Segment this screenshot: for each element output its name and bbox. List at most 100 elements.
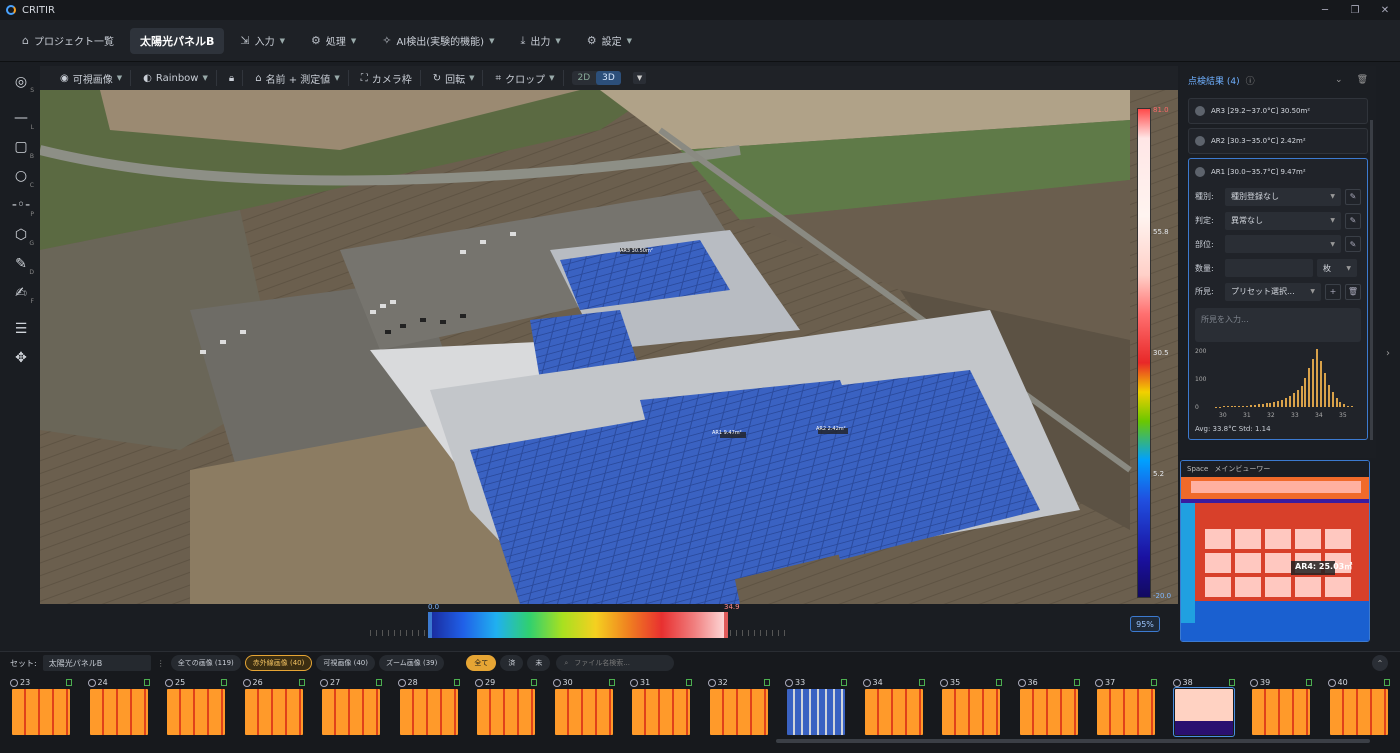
menu-item-2[interactable]: ⇲ 入力 ▼ (230, 28, 295, 53)
filter-0[interactable]: 全ての画像 (119) (170, 655, 241, 671)
select-radio[interactable] (862, 679, 871, 687)
line-tool[interactable]: — L (7, 107, 35, 131)
maximize-button[interactable]: ❐ (1340, 0, 1370, 20)
palette-select[interactable]: ◐ Rainbow ▼ (135, 70, 217, 86)
select-radio[interactable] (1250, 679, 1258, 687)
main-viewer-preview[interactable]: Space メインビューワー AR4: 25.03㎡ (1180, 460, 1370, 642)
thumbnail[interactable]: 32 (707, 678, 784, 740)
status-filter-1[interactable]: 済 (500, 655, 524, 671)
set-select[interactable]: 太陽光パネルB (42, 655, 151, 671)
select-radio[interactable] (87, 679, 96, 687)
thumbnail[interactable]: 25 (165, 678, 241, 740)
help-icon[interactable]: ⓘ (1246, 74, 1255, 87)
select-radio[interactable] (1172, 679, 1181, 687)
results-scrollbar[interactable] (1370, 120, 1373, 440)
thumbnail[interactable]: 38 (1172, 678, 1249, 740)
select-tool[interactable]: ◎ S (7, 70, 35, 95)
select-radio[interactable] (1095, 679, 1103, 687)
thumbnail[interactable]: 28 (397, 678, 474, 740)
select-radio[interactable] (630, 679, 638, 687)
thumbnail[interactable]: 33 (785, 678, 861, 740)
part-select[interactable]: ▼ (1225, 235, 1341, 254)
collapse-icon[interactable]: ⌄ (1335, 75, 1343, 85)
trash-icon[interactable]: 🗑︎ (1357, 75, 1368, 85)
thumbnail[interactable]: 30 (552, 678, 629, 740)
thumbnail[interactable]: 23 (10, 678, 86, 740)
menu-item-5[interactable]: ⤓ 出力 ▼ (510, 28, 570, 53)
thumbnail[interactable]: 27 (320, 678, 396, 740)
area-item-selected[interactable]: AR1 [30.0~35.7°C] 9.47m² 種別: 種別登録なし ▼ ✎ 判定:… (1188, 158, 1368, 440)
filter-2[interactable]: 可視画像 (40) (316, 655, 375, 671)
zoom-level[interactable]: 95% (1130, 616, 1160, 632)
edit-icon[interactable]: ✎ (1345, 188, 1361, 205)
crop-button[interactable]: ⌗ クロップ ▼ (487, 70, 564, 86)
mode-2d-button[interactable]: 2D (572, 71, 597, 85)
free-tool[interactable]: ✍ F (7, 281, 35, 306)
minimize-button[interactable]: ─ (1310, 0, 1340, 20)
edit-icon[interactable]: ✎ (1345, 236, 1361, 253)
file-search-input[interactable]: ⌕ ファイル名検索... (556, 655, 675, 671)
camera-frame-toggle[interactable]: ⛶ カメラ枠 (353, 70, 421, 86)
box-tool[interactable]: ▢ B (7, 136, 35, 160)
thumbnail[interactable]: 36 (1017, 678, 1094, 740)
menu-item-6[interactable]: ⚙ 設定 ▼ (577, 28, 642, 53)
mode-3d-button[interactable]: 3D (596, 71, 621, 85)
more-icon[interactable]: ⋮ (157, 659, 165, 668)
thumbnail[interactable]: 39 (1250, 678, 1326, 740)
menu-item-4[interactable]: ✧ AI検出(実験的機能) ▼ (372, 28, 504, 53)
finding-preset-select[interactable]: プリセット選択... ▼ (1225, 282, 1321, 301)
range-max-handle[interactable] (724, 612, 728, 638)
quantity-input[interactable] (1225, 259, 1313, 278)
select-radio[interactable] (397, 679, 406, 687)
range-slider[interactable] (430, 612, 728, 638)
filmstrip-scrollbar[interactable] (776, 739, 1370, 743)
select-radio[interactable] (1327, 679, 1336, 687)
select-radio[interactable] (785, 679, 793, 687)
select-radio[interactable] (320, 679, 328, 687)
judgement-select[interactable]: 異常なし ▼ (1225, 211, 1341, 230)
select-radio[interactable] (1017, 679, 1026, 687)
thumbnail[interactable]: 31 (630, 678, 706, 740)
menu-item-0[interactable]: ⌂ プロジェクト一覧 (12, 28, 124, 53)
select-radio[interactable] (707, 679, 716, 687)
select-radio[interactable] (10, 679, 18, 687)
status-filter-0[interactable]: 全て (466, 655, 497, 671)
polygon-tool[interactable]: ⬡ G (7, 223, 35, 248)
area-item[interactable]: AR3 [29.2~37.0°C] 30.50m² (1188, 98, 1368, 124)
menu-item-3[interactable]: ⚙ 処理 ▼ (301, 28, 366, 53)
chevron-right-icon[interactable]: › (1386, 348, 1390, 359)
select-radio[interactable] (940, 679, 948, 687)
close-button[interactable]: ✕ (1370, 0, 1400, 20)
label-mode-select[interactable]: ⌂ 名前 + 測定値 ▼ (247, 70, 349, 86)
thumbnail[interactable]: 24 (87, 678, 164, 740)
thumbnail[interactable]: 35 (940, 678, 1016, 740)
area-item[interactable]: AR2 [30.3~35.0°C] 2.42m² (1188, 128, 1368, 154)
range-min-handle[interactable] (428, 612, 432, 638)
add-icon[interactable]: + (1325, 283, 1341, 300)
unit-select[interactable]: 枚 ▼ (1317, 259, 1357, 278)
thumbnail[interactable]: 34 (862, 678, 939, 740)
filter-1[interactable]: 赤外線画像 (40) (244, 655, 313, 671)
thumbnail[interactable]: 40 (1327, 678, 1400, 740)
edit-icon[interactable]: ✎ (1345, 212, 1361, 229)
point-tool[interactable]: -◦- P (7, 194, 35, 218)
lock-button[interactable]: 🔒︎ (221, 70, 244, 86)
circle-tool[interactable]: ○ C (7, 165, 35, 189)
main-3d-viewport[interactable]: AR3 30.50m² AR1 9.47m² AR2 2.42m² (40, 90, 1178, 604)
more-dropdown[interactable]: ▼ (632, 72, 647, 84)
thumbnail[interactable]: 37 (1095, 678, 1171, 740)
finding-textarea[interactable]: 所見を入力... (1195, 307, 1361, 342)
trash-icon[interactable]: 🗑︎ (1345, 283, 1361, 300)
select-radio[interactable] (475, 679, 483, 687)
select-radio[interactable] (242, 679, 251, 687)
draw-tool[interactable]: ✎ D (7, 252, 35, 277)
select-radio[interactable] (552, 679, 561, 687)
type-select[interactable]: 種別登録なし ▼ (1225, 187, 1341, 206)
chevron-up-icon[interactable]: ⌃ (1372, 655, 1388, 671)
thumbnail[interactable]: 29 (475, 678, 551, 740)
filter-3[interactable]: ズーム画像 (39) (378, 655, 445, 671)
adjust-tool[interactable]: ☰ (7, 318, 35, 341)
visible-image-toggle[interactable]: ◉ 可視画像 ▼ (52, 70, 132, 86)
menu-item-1[interactable]: 太陽光パネルB (129, 27, 225, 54)
rotate-button[interactable]: ↻ 回転 ▼ (425, 70, 484, 86)
